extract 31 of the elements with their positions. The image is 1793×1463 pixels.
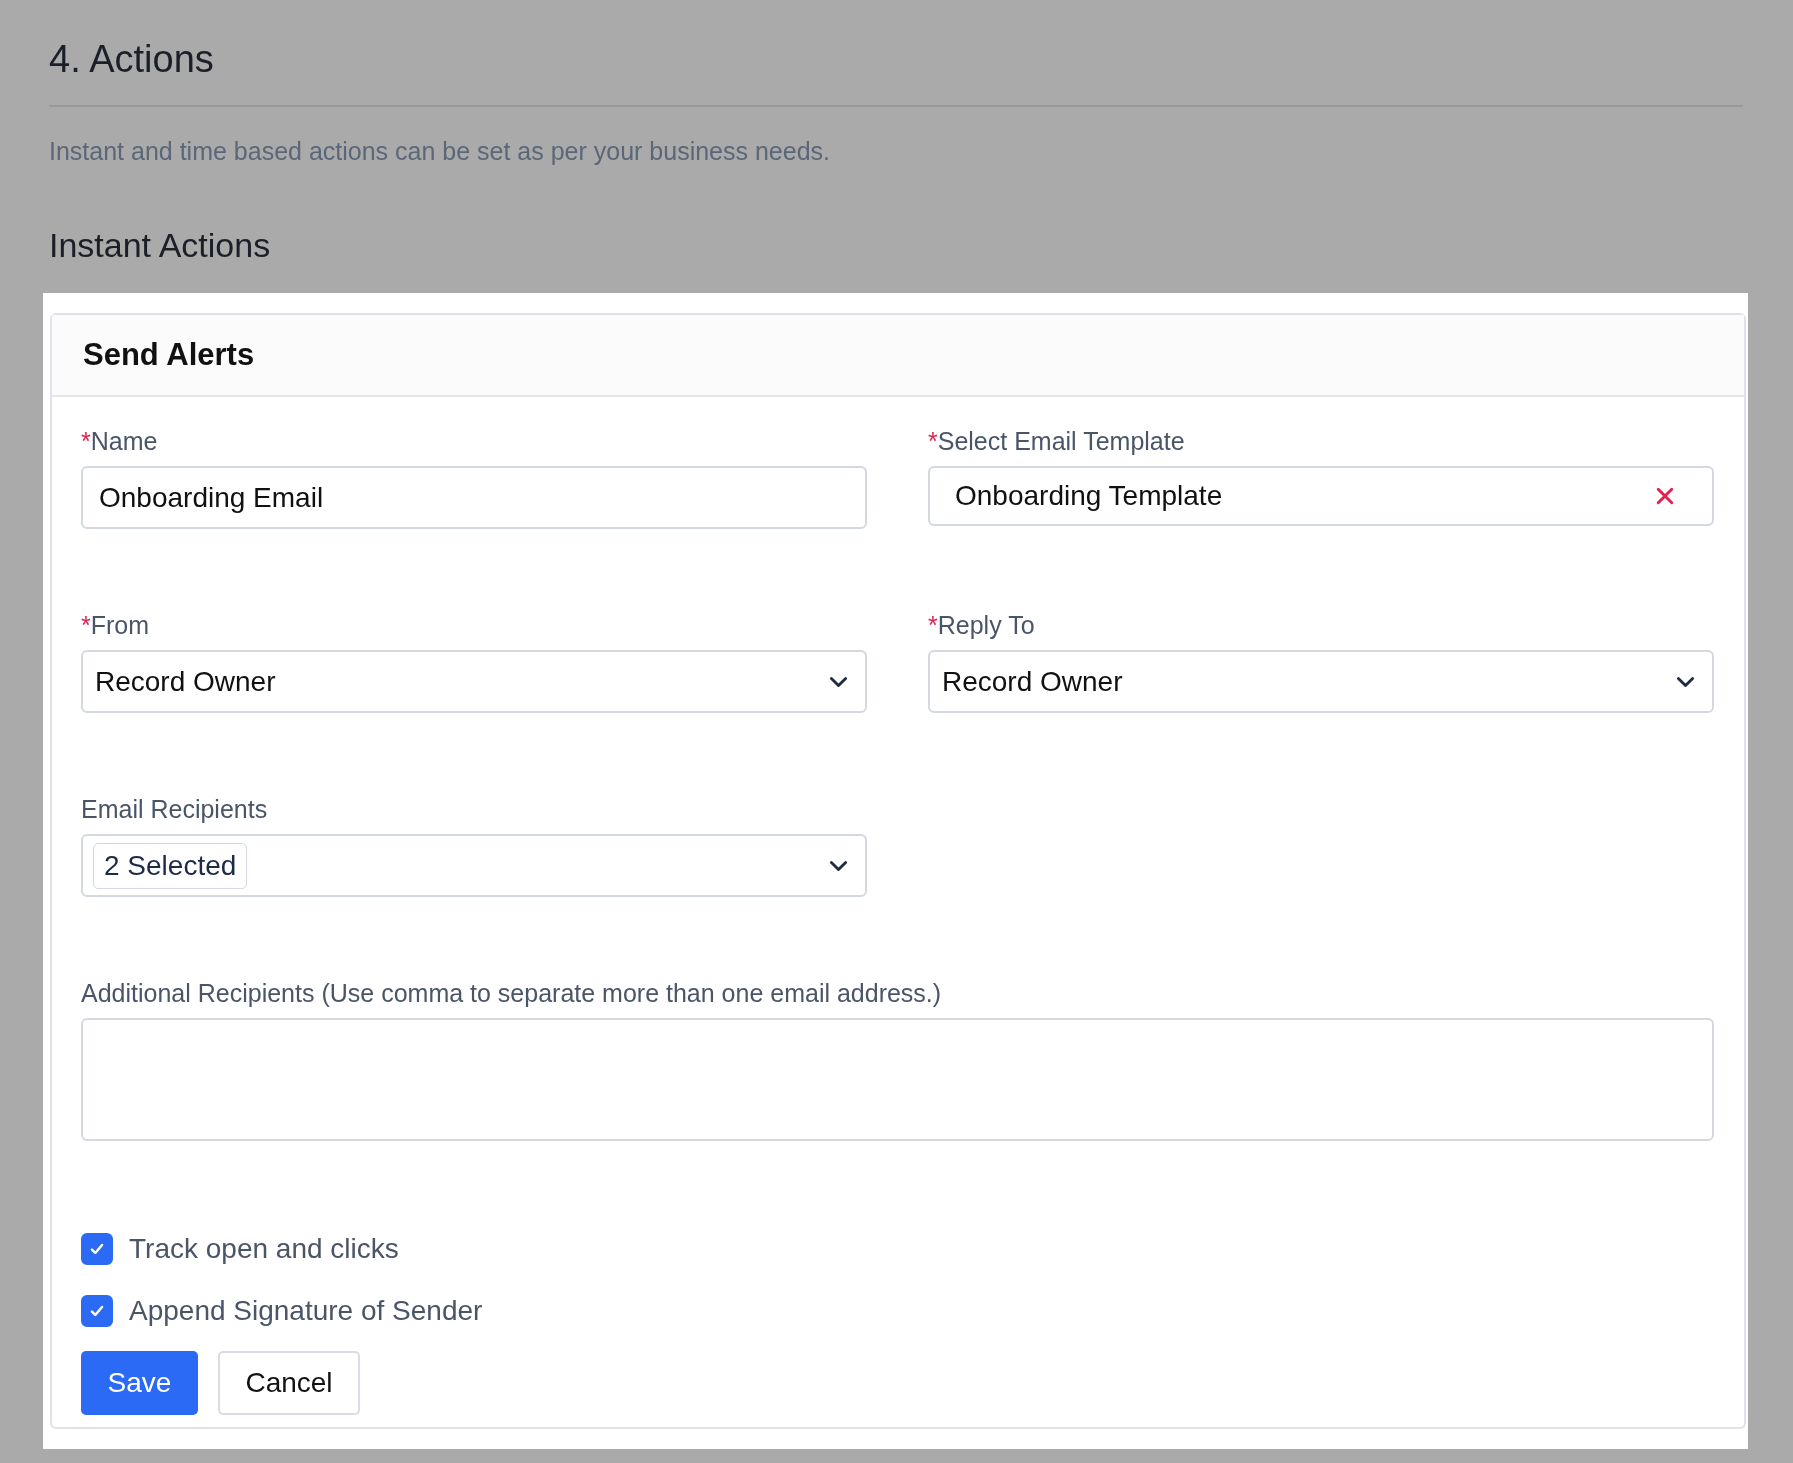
chevron-down-icon	[829, 675, 848, 688]
dropdown-select[interactable]: Record Owner	[928, 650, 1714, 713]
field-label: Additional Recipients (Use comma to separate more than one email address.)	[81, 979, 942, 1008]
required-mark: *	[928, 427, 938, 456]
input-field[interactable]	[81, 1018, 1714, 1141]
section-heading: 4. Actions	[49, 38, 1743, 107]
required-mark: *	[81, 611, 91, 640]
save-button[interactable]: Save	[81, 1351, 198, 1415]
field-label: Reply To	[937, 611, 1035, 640]
required-mark: *	[81, 427, 91, 456]
field-label: Select Email Template	[937, 427, 1185, 456]
field-label: Email Recipients	[81, 795, 268, 824]
checkbox-label: Track open and clicks	[129, 1233, 399, 1265]
template-field[interactable]: Onboarding Template	[928, 466, 1714, 526]
section-description: Instant and time based actions can be set as per your business needs.	[49, 137, 832, 166]
subsection-heading: Instant Actions	[49, 226, 272, 265]
chevron-down-icon	[829, 859, 848, 872]
card-title: Send Alerts	[83, 337, 255, 372]
field-label: From	[90, 611, 150, 640]
name-field[interactable]: Onboarding Email	[81, 466, 867, 529]
clear-icon[interactable]	[1656, 487, 1674, 505]
checkbox[interactable]	[81, 1295, 113, 1327]
checkbox[interactable]	[81, 1233, 113, 1265]
required-mark: *	[928, 611, 938, 640]
cancel-button[interactable]: Cancel	[218, 1351, 360, 1415]
chevron-down-icon	[1676, 675, 1695, 688]
dropdown-select[interactable]: Record Owner	[81, 650, 867, 713]
selection-count-chip: 2 Selected	[93, 842, 248, 889]
multi-select[interactable]: 2 Selected	[81, 834, 867, 897]
checkbox-label: Append Signature of Sender	[129, 1295, 483, 1327]
field-label: Name	[90, 427, 158, 456]
